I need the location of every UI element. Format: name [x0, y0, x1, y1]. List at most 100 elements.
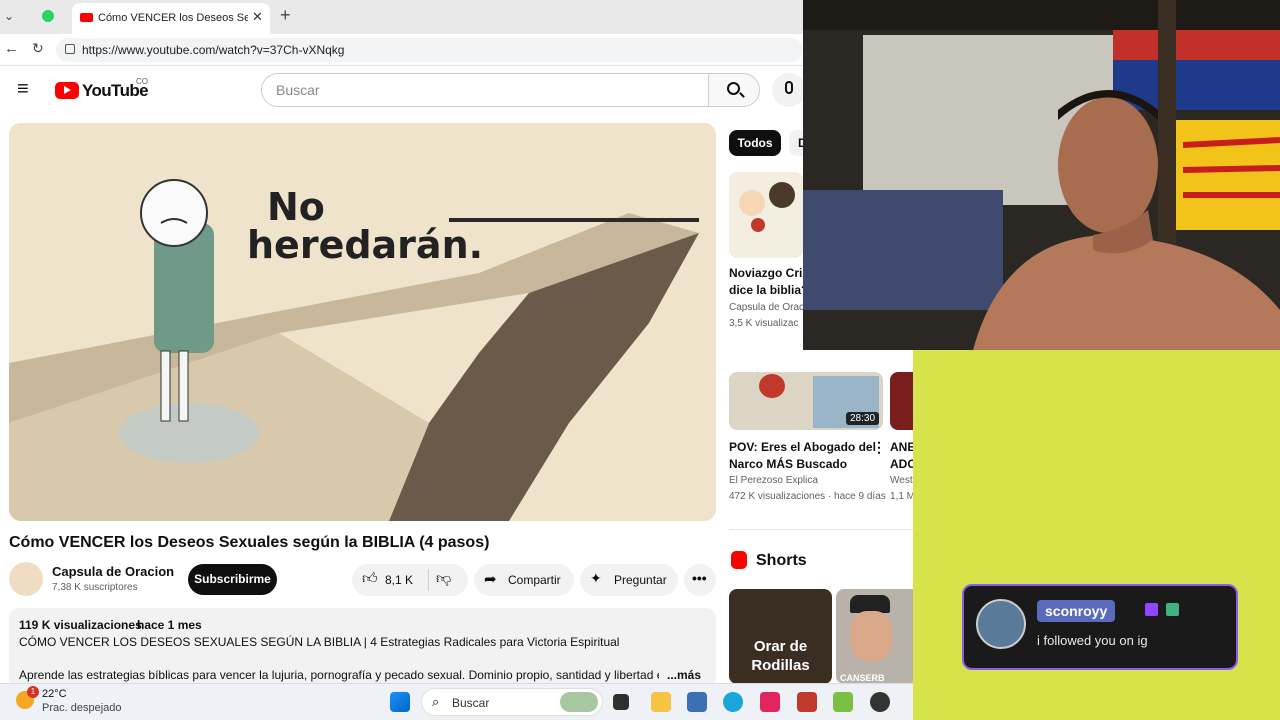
show-more-link[interactable]: ...más [667, 668, 701, 682]
search-placeholder: Buscar [276, 82, 320, 98]
rec2-title-line1[interactable]: POV: Eres el Abogado del [729, 439, 876, 456]
description-line-2: Aprende las estrategias bíblicas para ve… [19, 668, 659, 682]
weather-desc[interactable]: Prac. despejado [42, 702, 122, 714]
url-input[interactable]: https://www.youtube.com/watch?v=37Ch-vXN… [56, 38, 803, 62]
file-explorer-icon[interactable] [651, 692, 671, 712]
view-count: 119 K visualizaciones [19, 618, 142, 632]
rec1-channel[interactable]: Capsula de Orac [729, 302, 804, 313]
search-button[interactable] [708, 73, 760, 107]
rec2-thumbnail[interactable]: 28:30 [729, 372, 883, 430]
url-text: https://www.youtube.com/watch?v=37Ch-vXN… [82, 43, 345, 57]
like-icon[interactable]: 👍︎ [362, 570, 378, 588]
dislike-icon[interactable]: 👎︎ [436, 570, 451, 588]
subscribe-button[interactable]: Subscribirme [188, 564, 277, 595]
rec1-thumbnail[interactable] [729, 172, 803, 258]
youtube-play-icon [55, 82, 79, 99]
channel-name[interactable]: Capsula de Oracion [52, 564, 174, 579]
share-button[interactable]: ➦ Compartir [474, 564, 574, 596]
short1-text-line2: Rodillas [751, 657, 810, 674]
voice-search-button[interactable] [772, 73, 806, 107]
rec1-title-line2[interactable]: dice la biblia? [729, 282, 808, 299]
rec2-duration: 28:30 [846, 412, 880, 425]
rec2-more-icon[interactable]: ⋮ [872, 439, 886, 456]
rec1-meta: 3,5 K visualizac [729, 318, 799, 329]
mic-icon [785, 81, 793, 94]
share-label: Compartir [508, 573, 561, 587]
youtube-favicon-icon [80, 13, 93, 22]
shorts-icon [731, 551, 747, 569]
country-code: CO [136, 77, 148, 86]
rec2-channel[interactable]: El Perezoso Explica [729, 475, 818, 486]
rec3-thumbnail[interactable] [890, 372, 913, 430]
menu-icon[interactable]: ≡ [17, 79, 29, 99]
windows-start-icon[interactable] [390, 692, 410, 712]
whatsapp-tab-icon[interactable] [42, 10, 54, 22]
browser-tab-bar: ⌄ Cómo VENCER los Deseos Sexuales s ✕ + [0, 0, 803, 34]
edge-icon[interactable] [723, 692, 743, 712]
youtube-header: ≡ YouTube CO Buscar [0, 66, 806, 116]
more-icon: ••• [692, 570, 707, 586]
like-count[interactable]: 8,1 K [385, 573, 413, 587]
follower-avatar [976, 599, 1026, 649]
back-arrow-icon[interactable]: ← [4, 40, 19, 57]
tab-title: Cómo VENCER los Deseos Sexuales s [98, 12, 248, 24]
taskbar-search-icon: ⌕ [432, 694, 440, 709]
rec3-title-line1[interactable]: ANE [890, 439, 915, 456]
description-box[interactable]: 119 K visualizaciones hace 1 mes CÓMO VE… [9, 608, 716, 688]
rec2-meta: 472 K visualizaciones · hace 9 días [729, 491, 886, 502]
obs-capture-icon[interactable] [833, 692, 853, 712]
notification-message: i followed you on ig [1037, 633, 1148, 648]
weather-badge: 1 [27, 686, 39, 698]
follow-notification: sconroyy i followed you on ig [962, 584, 1238, 670]
short1-text-line1: Orar de [753, 638, 808, 655]
twitch-icon [1145, 603, 1158, 616]
badge-icon [1166, 603, 1179, 616]
subscriber-count: 7,38 K suscriptores [52, 582, 138, 593]
description-line-1: CÓMO VENCER LOS DESEOS SEXUALES SEGÚN LA… [19, 635, 620, 649]
taskbar: 1 22°C Prac. despejado ⌕ Buscar [0, 683, 913, 720]
sparkle-icon: ✦ [590, 570, 602, 586]
ask-button[interactable]: ✦ Preguntar [580, 564, 678, 596]
rec2-title-line2[interactable]: Narco MÁS Buscado [729, 456, 847, 473]
shorts-heading: Shorts [756, 552, 807, 569]
app-2-icon[interactable] [870, 692, 890, 712]
store-icon[interactable] [687, 692, 707, 712]
weather-temp[interactable]: 22°C [42, 688, 67, 700]
reload-icon[interactable]: ↻ [32, 40, 44, 57]
webcam-overlay [803, 0, 1280, 350]
follower-username: sconroyy [1037, 600, 1116, 622]
short1-thumbnail[interactable]: Orar de Rodillas [729, 589, 832, 684]
taskbar-search-placeholder: Buscar [452, 696, 490, 710]
app-icon[interactable] [797, 692, 817, 712]
tiktok-icon[interactable] [760, 692, 780, 712]
site-info-icon[interactable] [65, 44, 75, 54]
task-view-icon[interactable] [613, 694, 629, 710]
channel-avatar[interactable] [9, 562, 43, 596]
like-dislike-group: 👍︎ 8,1 K 👎︎ [352, 564, 468, 596]
tab-active[interactable]: Cómo VENCER los Deseos Sexuales s ✕ [72, 3, 270, 34]
video-frame-illustration [9, 123, 716, 521]
address-bar-row: ← ↻ https://www.youtube.com/watch?v=37Ch… [0, 34, 803, 66]
video-title: Cómo VENCER los Deseos Sexuales según la… [9, 534, 490, 551]
tab-list-chevron-icon[interactable]: ⌄ [4, 9, 14, 23]
rec3-channel[interactable]: West [890, 475, 913, 486]
rec1-title-line1[interactable]: Noviazgo Crist [729, 265, 813, 282]
share-icon: ➦ [484, 571, 497, 588]
taskbar-search[interactable]: ⌕ Buscar [421, 688, 603, 716]
channel-row: Capsula de Oracion 7,38 K suscriptores S… [9, 562, 719, 596]
close-icon[interactable]: ✕ [252, 9, 263, 25]
divider [729, 529, 919, 530]
search-input[interactable]: Buscar [261, 73, 709, 107]
video-player[interactable]: No heredarán. [9, 123, 716, 521]
video-overlay-text-line2: heredarán. [247, 223, 484, 267]
new-tab-icon[interactable]: + [280, 5, 291, 26]
search-highlight-icon [560, 692, 598, 712]
upload-age: hace 1 mes [137, 618, 202, 632]
short2-text: CANSERB [840, 673, 885, 683]
chip-all[interactable]: Todos [729, 130, 781, 156]
short2-thumbnail[interactable]: CANSERB [836, 589, 913, 684]
ask-label: Preguntar [614, 573, 667, 587]
more-actions-button[interactable]: ••• [684, 564, 716, 596]
rec3-meta: 1,1 M [890, 491, 916, 502]
webcam-feed [803, 0, 1280, 350]
